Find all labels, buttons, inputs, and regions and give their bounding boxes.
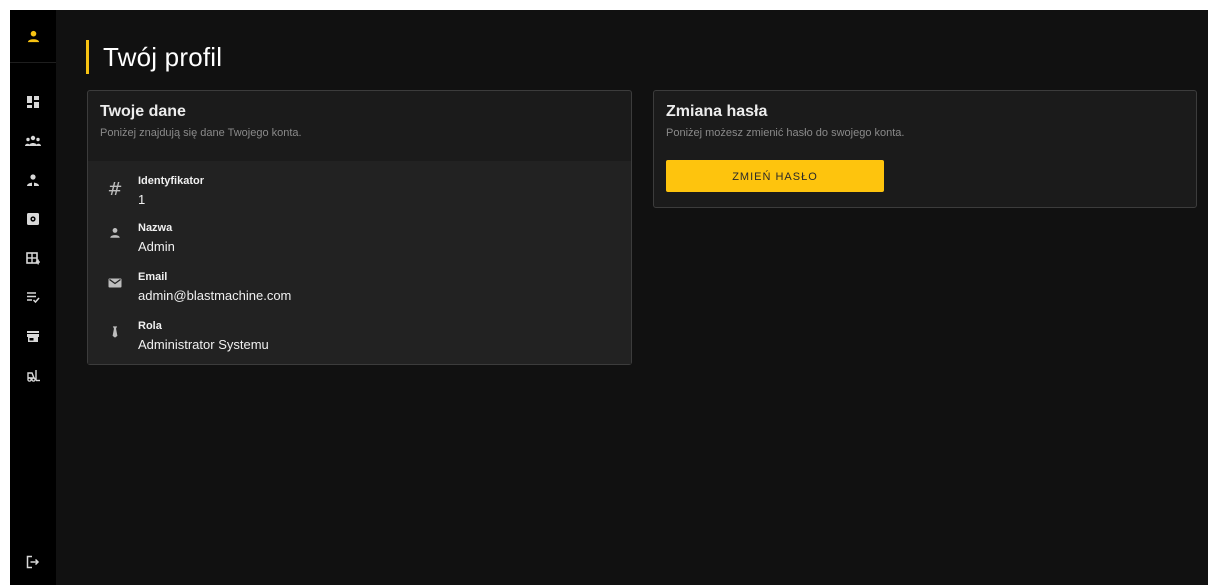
change-password-button[interactable]: ZMIEŃ HASŁO xyxy=(666,160,884,192)
field-label: Email xyxy=(138,271,168,283)
profile-data-card: Twoje dane Poniżej znajdują się dane Two… xyxy=(87,90,632,365)
users-group-icon xyxy=(25,135,41,146)
store-icon xyxy=(27,330,39,342)
field-name: Nazwa Admin xyxy=(88,220,631,266)
dashboard-icon xyxy=(27,95,39,108)
title-accent-bar xyxy=(86,40,89,74)
person-icon xyxy=(27,30,39,42)
sidebar-item-tables[interactable] xyxy=(10,238,56,277)
sidebar-nav xyxy=(10,82,56,394)
field-label: Identyfikator xyxy=(138,175,205,187)
sidebar-item-store[interactable] xyxy=(10,316,56,355)
profile-card-title: Twoje dane xyxy=(100,103,186,120)
person-icon xyxy=(106,224,124,242)
sidebar-item-dashboard[interactable] xyxy=(10,82,56,121)
email-icon xyxy=(106,274,124,292)
field-value: Admin xyxy=(138,239,175,254)
field-value: admin@blastmachine.com xyxy=(138,288,292,303)
field-value: 1 xyxy=(138,192,146,207)
settings-box-icon xyxy=(27,212,39,225)
field-identifier: # Identyfikator 1 xyxy=(88,171,631,217)
employee-icon xyxy=(27,173,39,186)
field-email: Email admin@blastmachine.com xyxy=(88,269,631,315)
app-window: Twój profil Twoje dane Poniżej znajdują … xyxy=(10,10,1208,585)
logout-button[interactable] xyxy=(10,549,56,575)
page-header: Twój profil xyxy=(86,38,222,76)
profile-card-header: Twoje dane Poniżej znajdują się dane Two… xyxy=(88,91,631,139)
tie-icon xyxy=(106,323,124,341)
sidebar-item-checklist[interactable] xyxy=(10,277,56,316)
sidebar xyxy=(10,10,56,585)
sidebar-item-employees[interactable] xyxy=(10,160,56,199)
sidebar-item-users[interactable] xyxy=(10,121,56,160)
password-card-header: Zmiana hasła Poniżej możesz zmienić hasł… xyxy=(654,91,1196,139)
sidebar-item-forklift[interactable] xyxy=(10,355,56,394)
hash-icon: # xyxy=(107,178,123,200)
profile-nav-button[interactable] xyxy=(10,10,56,63)
table-add-icon xyxy=(26,251,40,264)
field-role: Rola Administrator Systemu xyxy=(88,318,631,364)
password-card-subtitle: Poniżej możesz zmienić hasło do swojego … xyxy=(666,127,905,139)
password-card-title: Zmiana hasła xyxy=(666,103,768,120)
field-label: Rola xyxy=(138,320,162,332)
profile-card-subtitle: Poniżej znajdują się dane Twojego konta. xyxy=(100,127,302,139)
page-title: Twój profil xyxy=(103,41,223,72)
sidebar-item-settings[interactable] xyxy=(10,199,56,238)
logout-icon xyxy=(26,555,40,569)
field-label: Nazwa xyxy=(138,222,173,234)
checklist-icon xyxy=(27,291,40,303)
profile-fields: # Identyfikator 1 Nazwa Admin Email admi… xyxy=(88,161,631,364)
field-value: Administrator Systemu xyxy=(138,337,269,352)
password-change-card: Zmiana hasła Poniżej możesz zmienić hasł… xyxy=(653,90,1197,208)
forklift-icon xyxy=(27,369,40,382)
